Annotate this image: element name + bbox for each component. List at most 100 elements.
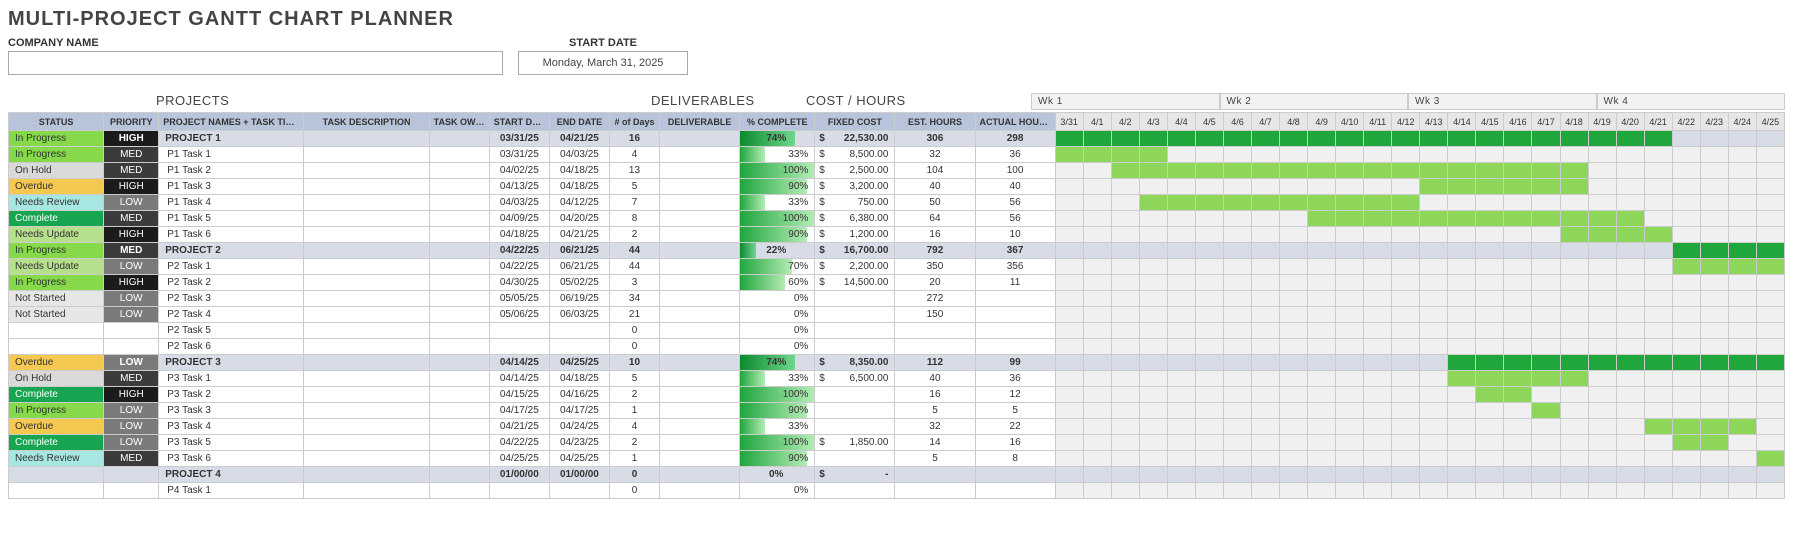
gantt-cell[interactable] [1448,435,1476,451]
cell-end-date[interactable] [549,323,609,339]
cell-end-date[interactable]: 06/03/25 [549,307,609,323]
gantt-cell[interactable] [1756,195,1784,211]
gantt-cell[interactable] [1448,483,1476,499]
gantt-cell[interactable] [1616,131,1644,147]
cell-description[interactable] [304,403,429,419]
cell-actual-hours[interactable]: 36 [975,371,1055,387]
gantt-cell[interactable] [1280,371,1308,387]
gantt-cell[interactable] [1195,147,1223,163]
gantt-cell[interactable] [1532,243,1560,259]
gantt-cell[interactable] [1111,211,1139,227]
gantt-cell[interactable] [1336,323,1364,339]
task-row[interactable]: In ProgressLOWP3 Task 304/17/2504/17/251… [9,403,1785,419]
cell-est-hours[interactable]: 20 [895,275,975,291]
cell-fixed-cost[interactable]: $1,850.00 [815,435,895,451]
gantt-cell[interactable] [1560,467,1588,483]
cell-deliverable[interactable] [660,403,740,419]
gantt-cell[interactable] [1280,179,1308,195]
gantt-cell[interactable] [1167,243,1195,259]
cell-description[interactable] [304,387,429,403]
gantt-cell[interactable] [1644,435,1672,451]
gantt-cell[interactable] [1616,243,1644,259]
gantt-cell[interactable] [1588,211,1616,227]
cell-actual-hours[interactable]: 5 [975,403,1055,419]
gantt-cell[interactable] [1392,307,1420,323]
gantt-cell[interactable] [1728,483,1756,499]
gantt-cell[interactable] [1195,179,1223,195]
cell-priority[interactable]: MED [104,451,159,467]
gantt-cell[interactable] [1167,419,1195,435]
gantt-cell[interactable] [1476,323,1504,339]
gantt-cell[interactable] [1251,147,1279,163]
cell-owner[interactable] [429,371,489,387]
gantt-cell[interactable] [1280,243,1308,259]
cell-name[interactable]: P2 Task 5 [159,323,304,339]
gantt-cell[interactable] [1336,163,1364,179]
cell-actual-hours[interactable]: 99 [975,355,1055,371]
gantt-cell[interactable] [1167,291,1195,307]
gantt-cell[interactable] [1251,387,1279,403]
gantt-cell[interactable] [1111,419,1139,435]
gantt-cell[interactable] [1616,259,1644,275]
gantt-cell[interactable] [1392,419,1420,435]
gantt-cell[interactable] [1055,275,1083,291]
cell-est-hours[interactable]: 64 [895,211,975,227]
gantt-cell[interactable] [1560,259,1588,275]
gantt-cell[interactable] [1364,403,1392,419]
gantt-cell[interactable] [1195,483,1223,499]
cell-days[interactable]: 2 [609,435,659,451]
gantt-cell[interactable] [1195,259,1223,275]
gantt-cell[interactable] [1111,323,1139,339]
gantt-cell[interactable] [1532,483,1560,499]
gantt-cell[interactable] [1756,259,1784,275]
cell-fixed-cost[interactable]: $6,380.00 [815,211,895,227]
gantt-cell[interactable] [1476,371,1504,387]
gantt-cell[interactable] [1644,227,1672,243]
cell-est-hours[interactable] [895,483,975,499]
gantt-cell[interactable] [1700,355,1728,371]
gantt-cell[interactable] [1504,211,1532,227]
task-row[interactable]: CompleteLOWP3 Task 504/22/2504/23/252100… [9,435,1785,451]
gantt-cell[interactable] [1251,451,1279,467]
cell-owner[interactable] [429,179,489,195]
cell-end-date[interactable] [549,483,609,499]
gantt-cell[interactable] [1195,355,1223,371]
gantt-cell[interactable] [1280,195,1308,211]
gantt-cell[interactable] [1756,483,1784,499]
project-row[interactable]: OverdueLOWPROJECT 304/14/2504/25/251074%… [9,355,1785,371]
cell-description[interactable] [304,355,429,371]
gantt-cell[interactable] [1336,403,1364,419]
gantt-cell[interactable] [1672,371,1700,387]
gantt-cell[interactable] [1336,371,1364,387]
gantt-cell[interactable] [1308,195,1336,211]
task-row[interactable]: On HoldMEDP3 Task 104/14/2504/18/25533%$… [9,371,1785,387]
gantt-cell[interactable] [1308,259,1336,275]
gantt-cell[interactable] [1392,227,1420,243]
gantt-cell[interactable] [1532,259,1560,275]
cell-end-date[interactable]: 04/18/25 [549,179,609,195]
gantt-cell[interactable] [1560,227,1588,243]
gantt-cell[interactable] [1364,163,1392,179]
cell-start-date[interactable]: 04/03/25 [489,195,549,211]
gantt-cell[interactable] [1308,467,1336,483]
gantt-cell[interactable] [1167,451,1195,467]
gantt-cell[interactable] [1476,195,1504,211]
cell-fixed-cost[interactable]: $14,500.00 [815,275,895,291]
cell-name[interactable]: PROJECT 1 [159,131,304,147]
gantt-cell[interactable] [1223,147,1251,163]
gantt-cell[interactable] [1756,307,1784,323]
gantt-cell[interactable] [1616,339,1644,355]
cell-deliverable[interactable] [660,435,740,451]
gantt-cell[interactable] [1308,307,1336,323]
cell-status[interactable]: In Progress [9,403,104,419]
gantt-cell[interactable] [1280,435,1308,451]
cell-est-hours[interactable]: 16 [895,387,975,403]
gantt-cell[interactable] [1280,211,1308,227]
cell-description[interactable] [304,323,429,339]
gantt-cell[interactable] [1560,483,1588,499]
gantt-cell[interactable] [1308,275,1336,291]
gantt-cell[interactable] [1728,435,1756,451]
gantt-cell[interactable] [1195,419,1223,435]
gantt-cell[interactable] [1756,387,1784,403]
gantt-cell[interactable] [1223,275,1251,291]
